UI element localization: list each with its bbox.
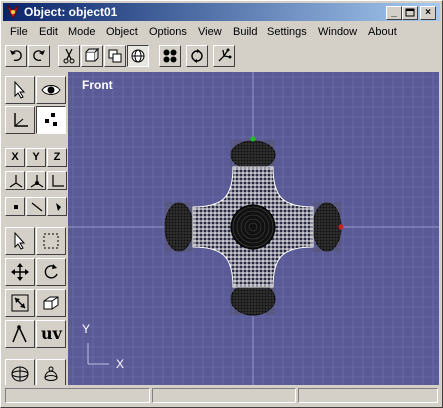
minimize-button[interactable]: _ [386, 6, 402, 20]
wire-sphere-icon [11, 366, 29, 382]
title-bar[interactable]: Object: object01 _ × [3, 3, 440, 21]
axis-mode-3[interactable] [47, 171, 67, 190]
status-panel-3 [298, 388, 438, 403]
four-dots-icon [163, 49, 177, 63]
window-title: Object: object01 [24, 5, 118, 19]
line-icon [31, 202, 43, 212]
pointer-icon [14, 231, 26, 250]
select-tool[interactable] [5, 76, 35, 104]
view-tool[interactable] [36, 76, 66, 104]
rotate-arrow-icon [44, 264, 58, 279]
uv-tool[interactable]: uv [36, 320, 66, 348]
axis-indicator [87, 343, 109, 365]
viewport-canvas[interactable] [68, 72, 439, 385]
cube-icon [43, 296, 59, 310]
axis-z-button[interactable]: Z [47, 148, 67, 167]
application-window: Object: object01 _ × File Edit Mode Obje… [0, 0, 443, 408]
viewport-label: Front [82, 78, 113, 92]
menu-mode[interactable]: Mode [68, 26, 96, 38]
move-arrows-icon [11, 263, 29, 281]
menu-object[interactable]: Object [106, 26, 138, 38]
cut-icon [63, 48, 75, 64]
edge-icon [56, 203, 61, 211]
corner-axis-icon [52, 175, 64, 187]
snap-edge-button[interactable] [47, 197, 67, 216]
status-panel-1 [5, 388, 150, 403]
scale-tool[interactable] [5, 289, 35, 317]
axes-icon [9, 175, 23, 188]
menu-options[interactable]: Options [149, 26, 187, 38]
points-tool[interactable] [36, 106, 66, 134]
bend-icon [12, 325, 27, 343]
tool-panel: X Y Z uv [3, 71, 67, 385]
redo-button[interactable] [28, 45, 50, 67]
lathe-tool[interactable] [36, 359, 66, 385]
axis-x-label: X [116, 357, 125, 371]
point-icon [14, 205, 18, 209]
move-tool[interactable] [5, 258, 35, 286]
maximize-icon [405, 8, 415, 17]
sparkle-icon [218, 48, 232, 62]
minimize-icon: _ [391, 7, 397, 18]
four-dots-button[interactable] [159, 45, 181, 67]
marquee-select-tool[interactable] [36, 227, 66, 255]
rotate-tool[interactable] [36, 258, 66, 286]
axis-x-button[interactable]: X [5, 148, 25, 167]
snap-line-button[interactable] [26, 197, 46, 216]
paste-icon [108, 49, 122, 63]
axis-mode-2[interactable] [26, 171, 46, 190]
snap-point-button[interactable] [5, 197, 25, 216]
eye-icon [41, 85, 61, 95]
menu-settings[interactable]: Settings [267, 26, 307, 38]
undo-icon [10, 50, 22, 62]
menu-view[interactable]: View [198, 26, 222, 38]
menu-bar: File Edit Mode Object Options View Build… [3, 23, 440, 42]
axis-icon [14, 113, 28, 127]
menu-about[interactable]: About [368, 26, 397, 38]
bend-tool[interactable] [5, 320, 35, 348]
copy-button[interactable] [81, 45, 103, 67]
rotate-icon [191, 49, 203, 63]
rotate-button[interactable] [186, 45, 208, 67]
arrow-pointer-icon [14, 80, 26, 99]
axis-mode-1[interactable] [5, 171, 25, 190]
maximize-button[interactable] [402, 6, 418, 20]
points-icon [45, 113, 57, 126]
axis-tool[interactable] [5, 106, 35, 134]
wire-sphere-tool[interactable] [5, 359, 35, 385]
sphere-button[interactable] [127, 45, 149, 67]
wireframe-object [164, 136, 344, 316]
axis-y-button[interactable]: Y [26, 148, 46, 167]
cut-button[interactable] [58, 45, 80, 67]
status-panel-2 [152, 388, 296, 403]
menu-build[interactable]: Build [233, 26, 257, 38]
axes-dot-icon [30, 175, 44, 188]
pick-tool[interactable] [5, 227, 35, 255]
sparkle-button[interactable] [213, 45, 235, 67]
marquee-icon [43, 233, 59, 249]
close-icon: × [425, 7, 431, 18]
uv-label: uv [41, 324, 62, 343]
paste-button[interactable] [104, 45, 126, 67]
lathe-icon [44, 366, 58, 381]
menu-window[interactable]: Window [318, 26, 357, 38]
menu-edit[interactable]: Edit [39, 26, 58, 38]
toolbar [3, 43, 440, 69]
undo-button[interactable] [5, 45, 27, 67]
scale-icon [11, 294, 29, 312]
front-viewport[interactable]: Front Y X [68, 72, 439, 385]
copy-icon [85, 48, 100, 62]
axis-y-label: Y [82, 322, 91, 336]
redo-icon [33, 50, 45, 62]
close-button[interactable]: × [420, 6, 436, 20]
sphere-icon [131, 49, 145, 63]
status-bar [3, 387, 440, 405]
menu-file[interactable]: File [10, 26, 28, 38]
cube-tool[interactable] [36, 289, 66, 317]
app-icon [7, 5, 19, 19]
